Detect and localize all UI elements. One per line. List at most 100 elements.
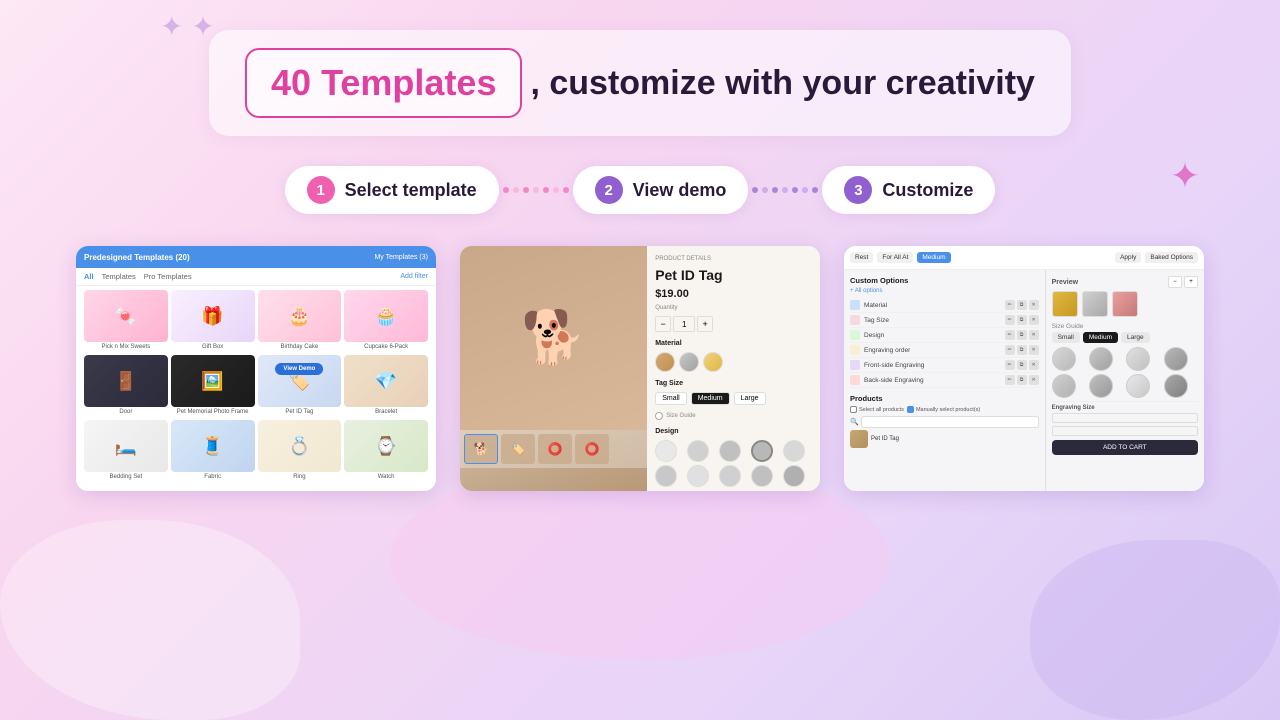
ss2-thumb-2[interactable]: 🏷️ [501,434,535,464]
selected-product-row: Pet ID Tag [850,430,1039,448]
ss3-btn-forall[interactable]: For All At [877,252,913,263]
template-door[interactable]: 🚪 Door [84,355,168,417]
ss3-btn-apply[interactable]: Apply [1115,252,1141,263]
design-opt-2[interactable] [687,440,709,462]
step-2-pill[interactable]: 2 View demo [573,166,749,214]
preview-zoom-in[interactable]: + [1184,276,1198,288]
edit-icon-6[interactable]: ✏ [1005,375,1015,385]
copy-icon-3[interactable]: ⧉ [1017,330,1027,340]
ss3-design-circles-1 [1052,347,1198,371]
des-circ-6[interactable] [1089,374,1113,398]
filter-templates[interactable]: Templates [102,272,136,281]
ss3-engraving-header: Engraving Size [1052,405,1198,411]
filter-all[interactable]: All [84,272,94,281]
step-1-pill[interactable]: 1 Select template [285,166,499,214]
ss2-thumb-4[interactable]: ⭕ [575,434,609,464]
template-cupcake[interactable]: 🧁 Cupcake 6-Pack [344,290,428,352]
copy-icon-4[interactable]: ⧉ [1017,345,1027,355]
filter-pro[interactable]: Pro Templates [144,272,192,281]
size-tag-large[interactable]: Large [1121,332,1150,343]
delete-icon-5[interactable]: ✕ [1029,360,1039,370]
size-large[interactable]: Large [734,392,766,405]
ss2-thumb-1[interactable]: 🐕 [464,434,498,464]
design-opt-5[interactable] [783,440,805,462]
template-photo-frame[interactable]: 🖼️ Pet Memorial Photo Frame [171,355,255,417]
option-material-label: Material [864,302,1001,309]
size-medium[interactable]: Medium [691,392,730,405]
size-check [655,412,663,420]
design-opt-3[interactable] [719,440,741,462]
quantity-stepper[interactable]: − 1 + [655,316,812,332]
copy-icon-5[interactable]: ⧉ [1017,360,1027,370]
dot-p7 [812,187,818,193]
engraving-field-1[interactable] [1052,413,1198,423]
edit-icon-2[interactable]: ✏ [1005,315,1015,325]
design-opt-7[interactable] [687,465,709,487]
template-gift[interactable]: 🎁 Gift Box [171,290,255,352]
template-sweets[interactable]: 🍬 Pick n Mix Sweets [84,290,168,352]
design-opt-6[interactable] [655,465,677,487]
template-petid[interactable]: 🏷️ View Demo Pet ID Tag [258,355,342,417]
des-circ-5[interactable] [1052,374,1076,398]
product-search[interactable] [861,416,1039,428]
ss2-badge: PRODUCT DETAILS [655,256,812,262]
preview-zoom-out[interactable]: − [1168,276,1182,288]
step-3-pill[interactable]: 3 Customize [822,166,995,214]
des-circ-1[interactable] [1052,347,1076,371]
template-watch[interactable]: ⌚ Watch [344,420,428,482]
design-opt-4[interactable] [751,440,773,462]
qty-plus[interactable]: + [697,316,713,332]
copy-icon-6[interactable]: ⧉ [1017,375,1027,385]
des-circ-7[interactable] [1126,374,1150,398]
dot-p4 [782,187,788,193]
delete-icon-3[interactable]: ✕ [1029,330,1039,340]
ss3-btn-options[interactable]: Baked Options [1145,252,1198,263]
template-bracelet[interactable]: 💎 Bracelet [344,355,428,417]
edit-icon[interactable]: ✏ [1005,300,1015,310]
material-opt-2[interactable] [679,352,699,372]
size-tag-small[interactable]: Small [1052,332,1080,343]
copy-icon-2[interactable]: ⧉ [1017,315,1027,325]
template-fabric[interactable]: 🧵 Fabric [171,420,255,482]
des-circ-8[interactable] [1164,374,1188,398]
template-bedding[interactable]: 🛏️ Bedding Set [84,420,168,482]
edit-icon-3[interactable]: ✏ [1005,330,1015,340]
delete-icon[interactable]: ✕ [1029,300,1039,310]
ss2-thumb-3[interactable]: ⭕ [538,434,572,464]
qty-minus[interactable]: − [655,316,671,332]
add-filter[interactable]: Add filter [400,273,428,280]
design-opt-8[interactable] [719,465,741,487]
design-opt-9[interactable] [751,465,773,487]
design-opt-1[interactable] [655,440,677,462]
ss3-btn-medium[interactable]: Medium [917,252,950,263]
engraving-field-2[interactable] [1052,426,1198,436]
material-opt-1[interactable] [655,352,675,372]
template-ring[interactable]: 💍 Ring [258,420,342,482]
design-opt-10[interactable] [783,465,805,487]
material-opt-3[interactable] [703,352,723,372]
des-circ-3[interactable] [1126,347,1150,371]
option-material-icons: ✏ ⧉ ✕ [1005,300,1039,310]
view-demo-popup[interactable]: View Demo [275,363,323,375]
template-cake[interactable]: 🎂 Birthday Cake [258,290,342,352]
opt-manually[interactable]: Manually select product(s) [907,406,980,413]
size-tag-medium[interactable]: Medium [1083,332,1118,343]
edit-icon-4[interactable]: ✏ [1005,345,1015,355]
ss1-grid: 🍬 Pick n Mix Sweets 🎁 Gift Box 🎂 Birthda… [76,286,436,486]
add-to-cart-button[interactable]: ADD TO CART [1052,440,1198,455]
des-circ-4[interactable] [1164,347,1188,371]
des-circ-2[interactable] [1089,347,1113,371]
copy-icon[interactable]: ⧉ [1017,300,1027,310]
delete-icon-2[interactable]: ✕ [1029,315,1039,325]
edit-icon-5[interactable]: ✏ [1005,360,1015,370]
opt-select-all[interactable]: Select all products [850,406,904,413]
ss3-btn-rest[interactable]: Rest [850,252,873,263]
delete-icon-6[interactable]: ✕ [1029,375,1039,385]
header-subtitle: , customize with your creativity [530,64,1034,103]
option-front-eng-icons: ✏ ⧉ ✕ [1005,360,1039,370]
size-small[interactable]: Small [655,392,687,405]
ss3-add-option[interactable]: + All options [850,288,1039,294]
step-2-label: View demo [633,180,727,201]
delete-icon-4[interactable]: ✕ [1029,345,1039,355]
templates-badge: 40 Templates [245,48,522,118]
